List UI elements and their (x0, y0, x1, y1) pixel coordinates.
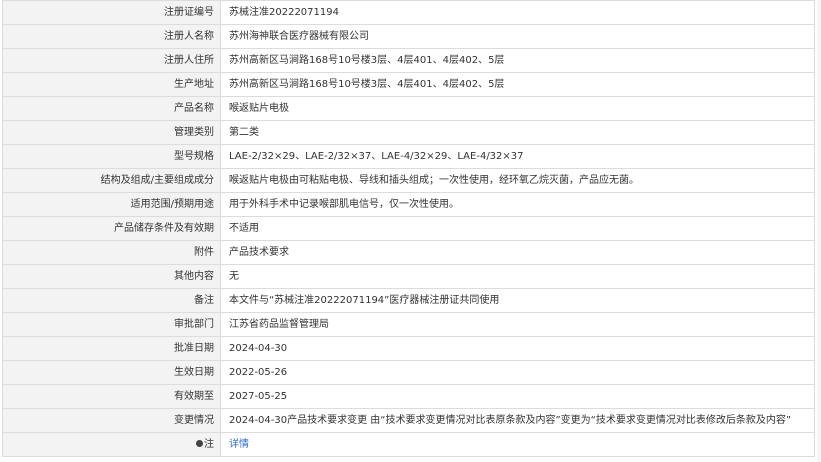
table-row: 审批部门 江苏省药品监督管理局 (2, 312, 815, 337)
table-row-note: 注 详情 (2, 432, 815, 457)
info-dot-icon (196, 439, 203, 447)
field-label: 适用范围/预期用途 (2, 192, 221, 217)
field-label: 审批部门 (2, 312, 221, 337)
field-value: 第二类 (220, 120, 815, 145)
field-value: 用于外科手术中记录喉部肌电信号，仅一次性使用。 (220, 192, 815, 217)
field-label: 附件 (2, 240, 221, 265)
field-value: 2022-05-26 (220, 360, 815, 385)
field-label: 管理类别 (2, 120, 221, 145)
field-value: 苏州海神联合医疗器械有限公司 (220, 24, 815, 49)
field-label: 生效日期 (2, 360, 221, 385)
field-label: 型号规格 (2, 144, 221, 169)
table-row: 有效期至 2027-05-25 (2, 384, 815, 409)
table-row: 结构及组成/主要组成成分 喉返贴片电极由可粘贴电极、导线和插头组成；一次性使用，经… (2, 168, 815, 193)
field-label: 注册人住所 (2, 48, 221, 73)
field-value: 喉返贴片电极 (220, 96, 815, 121)
field-value: 苏州高新区马涧路168号10号楼3层、4层401、4层402、5层 (220, 48, 815, 73)
field-value: 2024-04-30产品技术要求变更 由“技术要求变更情况对比表原条款及内容”变… (220, 408, 815, 433)
table-row: 批准日期 2024-04-30 (2, 336, 815, 361)
field-label: 生产地址 (2, 72, 221, 97)
scrollbar-track[interactable] (817, 0, 821, 462)
field-value: 不适用 (220, 216, 815, 241)
table-row: 管理类别 第二类 (2, 120, 815, 145)
field-label: 注册证编号 (2, 0, 221, 25)
field-label: 注册人名称 (2, 24, 221, 49)
field-label: 结构及组成/主要组成成分 (2, 168, 221, 193)
field-label: 有效期至 (2, 384, 221, 409)
table-row: 生效日期 2022-05-26 (2, 360, 815, 385)
field-label: 变更情况 (2, 408, 221, 433)
table-row: 注册人住所 苏州高新区马涧路168号10号楼3层、4层401、4层402、5层 (2, 48, 815, 73)
table-row: 备注 本文件与“苏械注准20222071194”医疗器械注册证共同使用 (2, 288, 815, 313)
note-label-cell: 注 (2, 432, 221, 457)
field-label: 批准日期 (2, 336, 221, 361)
registration-detail-table: 注册证编号 苏械注准20222071194 注册人名称 苏州海神联合医疗器械有限公司… (2, 0, 815, 457)
note-value-cell: 详情 (220, 432, 815, 457)
field-value: LAE-2/32×29、LAE-2/32×37、LAE-4/32×29、LAE-… (220, 144, 815, 169)
field-value: 苏械注准20222071194 (220, 0, 815, 25)
field-value: 2027-05-25 (220, 384, 815, 409)
field-label: 产品储存条件及有效期 (2, 216, 221, 241)
table-row: 适用范围/预期用途 用于外科手术中记录喉部肌电信号，仅一次性使用。 (2, 192, 815, 217)
field-value: 无 (220, 264, 815, 289)
details-link[interactable]: 详情 (229, 439, 249, 450)
table-row: 变更情况 2024-04-30产品技术要求变更 由“技术要求变更情况对比表原条款及… (2, 408, 815, 433)
table-row: 型号规格 LAE-2/32×29、LAE-2/32×37、LAE-4/32×29、… (2, 144, 815, 169)
field-value: 苏州高新区马涧路168号10号楼3层、4层401、4层402、5层 (220, 72, 815, 97)
field-label: 产品名称 (2, 96, 221, 121)
table-row: 产品储存条件及有效期 不适用 (2, 216, 815, 241)
field-value: 2024-04-30 (220, 336, 815, 361)
field-value: 本文件与“苏械注准20222071194”医疗器械注册证共同使用 (220, 288, 815, 313)
field-label: 备注 (2, 288, 221, 313)
field-label: 其他内容 (2, 264, 221, 289)
table-row: 注册人名称 苏州海神联合医疗器械有限公司 (2, 24, 815, 49)
table-row: 注册证编号 苏械注准20222071194 (2, 0, 815, 25)
note-label: 注 (204, 439, 214, 450)
field-value: 江苏省药品监督管理局 (220, 312, 815, 337)
field-value: 产品技术要求 (220, 240, 815, 265)
table-row: 产品名称 喉返贴片电极 (2, 96, 815, 121)
registration-detail-panel: 注册证编号 苏械注准20222071194 注册人名称 苏州海神联合医疗器械有限公司… (2, 0, 815, 457)
field-value: 喉返贴片电极由可粘贴电极、导线和插头组成；一次性使用，经环氧乙烷灭菌，产品应无菌… (220, 168, 815, 193)
table-row: 附件 产品技术要求 (2, 240, 815, 265)
table-row: 生产地址 苏州高新区马涧路168号10号楼3层、4层401、4层402、5层 (2, 72, 815, 97)
table-row: 其他内容无 (2, 264, 815, 289)
